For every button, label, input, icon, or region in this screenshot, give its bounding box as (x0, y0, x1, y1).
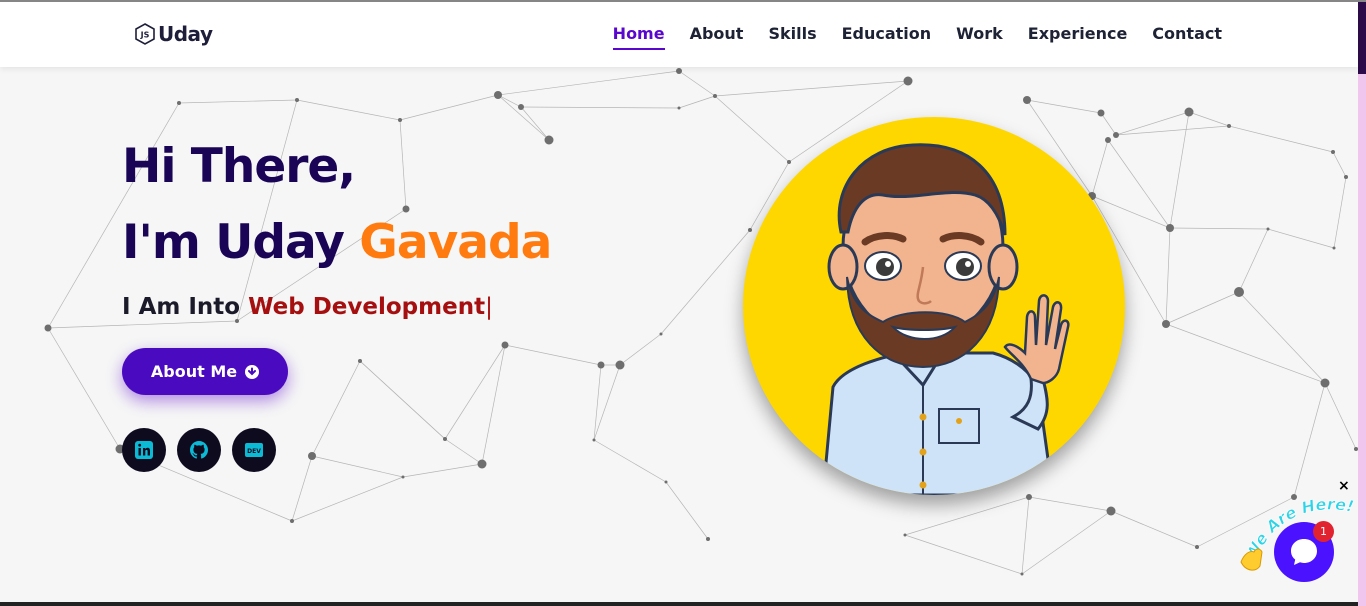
bottom-edge (0, 602, 1358, 606)
linkedin-link[interactable] (122, 428, 166, 472)
nav-link-work[interactable]: Work (956, 24, 1003, 50)
brand-name: Uday (158, 22, 213, 46)
svg-text:JS: JS (140, 31, 150, 40)
github-icon (190, 441, 208, 459)
nav-link-education[interactable]: Education (842, 24, 932, 50)
brand-logo[interactable]: JS Uday (135, 22, 213, 46)
nav-link-home[interactable]: Home (612, 24, 665, 50)
hero-name-accent: Gavada (359, 215, 552, 270)
nav-link-contact[interactable]: Contact (1152, 24, 1222, 50)
chat-notification-badge: 1 (1313, 521, 1334, 542)
bitmoji-avatar (821, 143, 1070, 495)
hero-name-prefix: I'm Uday (122, 215, 360, 270)
typed-value: Web Development (248, 294, 486, 320)
typed-text: I Am Into Web Development| (122, 294, 493, 320)
svg-text:DEV: DEV (247, 448, 261, 455)
page-scrollbar-thumb[interactable] (1358, 2, 1366, 74)
about-me-button-label: About Me (150, 362, 238, 381)
arrow-down-circle-icon (245, 364, 260, 379)
nav-link-skills[interactable]: Skills (768, 24, 816, 50)
nav-link-about[interactable]: About (690, 24, 744, 50)
nav-link-experience[interactable]: Experience (1028, 24, 1128, 50)
chat-bubble-icon (1291, 539, 1317, 565)
hero-name: I'm Uday Gavada (122, 219, 552, 266)
navbar: JS Uday Home About Skills Education Work… (0, 2, 1358, 67)
typed-prefix: I Am Into (122, 294, 249, 320)
about-me-button[interactable]: About Me (122, 348, 288, 395)
hero-greeting: Hi There, (122, 139, 356, 194)
main-nav: Home About Skills Education Work Experie… (612, 24, 1222, 50)
typed-cursor: | (485, 294, 493, 320)
github-link[interactable] (177, 428, 221, 472)
dev-icon: DEV (245, 443, 263, 457)
linkedin-icon (135, 441, 153, 459)
js-hexagon-icon: JS (135, 23, 155, 45)
profile-avatar (743, 117, 1125, 495)
dev-link[interactable]: DEV (232, 428, 276, 472)
